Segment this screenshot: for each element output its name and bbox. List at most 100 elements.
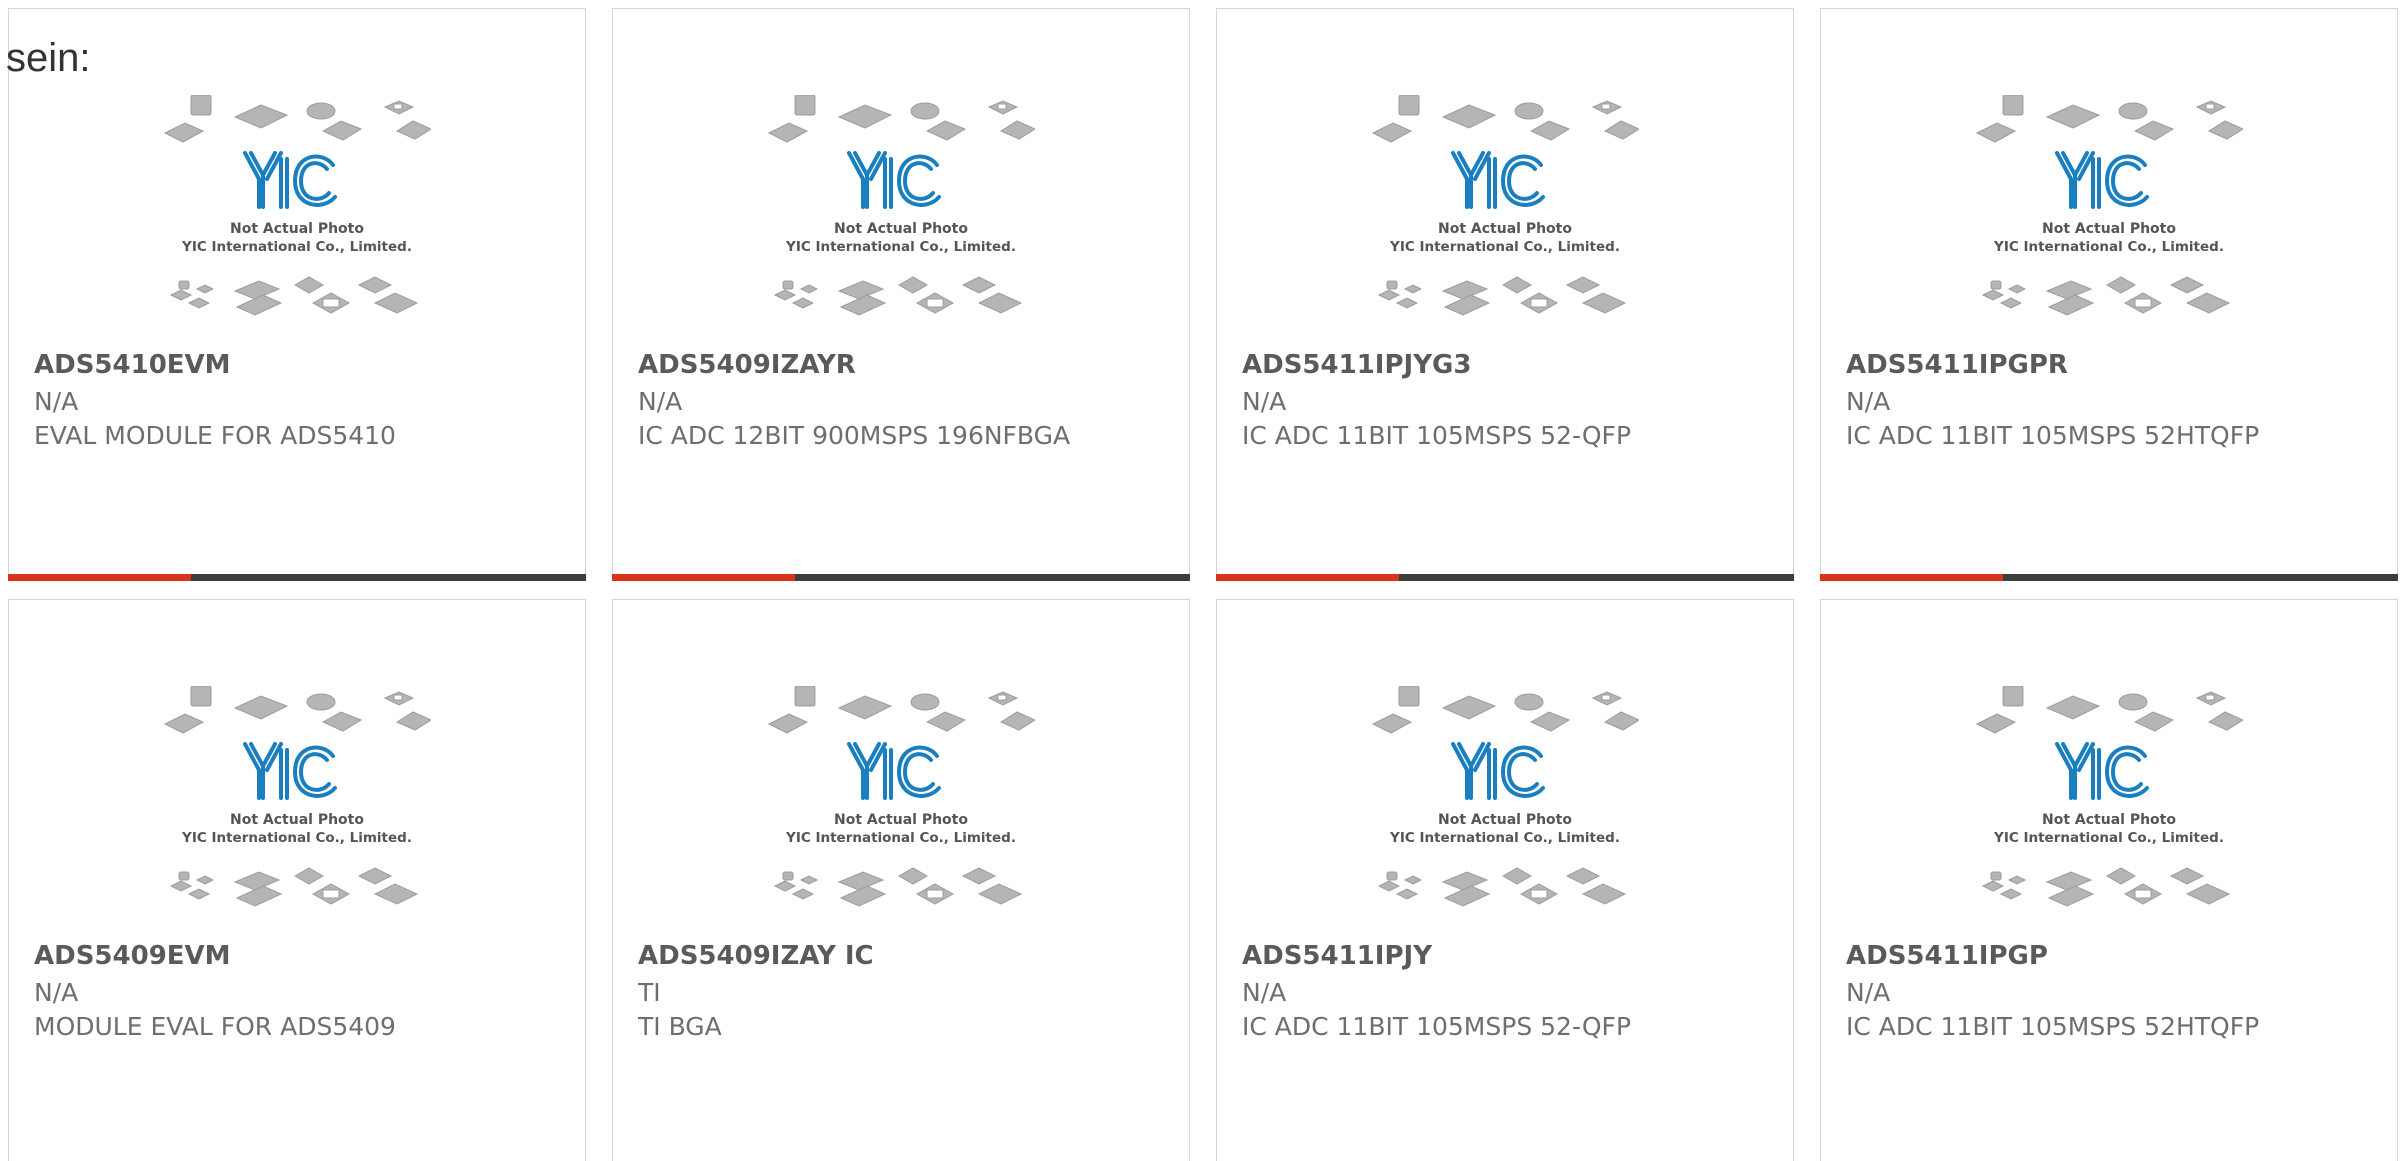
photo-caption-line2: YIC International Co., Limited. [1993,830,2224,846]
product-card[interactable]: Not Actual Photo YIC International Co., … [1820,599,2398,1161]
card-accent-bar-highlight [1216,574,1399,581]
yic-logo-icon [1451,151,1545,209]
product-card[interactable]: Not Actual Photo YIC International Co., … [8,599,586,1161]
yic-logo-icon [243,742,337,800]
product-photo-placeholder[interactable]: Not Actual Photo YIC International Co., … [1975,95,2243,341]
description: IC ADC 11BIT 105MSPS 52-QFP [1242,1012,1632,1041]
card-accent-bar-base [191,574,586,581]
product-info: ADS5411IPJYG3 N/A IC ADC 11BIT 105MSPS 5… [1242,349,1773,453]
chip-icons-bottom [1377,276,1627,316]
page: sein: Not Actual Photo YIC International… [0,0,2400,1161]
product-photo-placeholder[interactable]: Not Actual Photo YIC International Co., … [767,686,1035,932]
part-number[interactable]: ADS5410EVM [34,349,565,381]
product-card[interactable]: Not Actual Photo YIC International Co., … [1216,599,1794,1161]
yic-logo-icon [243,151,337,209]
card-accent-bar-highlight [612,574,795,581]
chip-icons-top [163,686,431,734]
photo-caption-line2: YIC International Co., Limited. [785,239,1016,255]
photo-caption-line2: YIC International Co., Limited. [1389,830,1620,846]
product-info: ADS5411IPGP N/A IC ADC 11BIT 105MSPS 52H… [1846,940,2377,1044]
intro-text: sein: [6,36,91,80]
chip-icons-bottom [1377,867,1627,907]
chip-icons-top [163,95,431,143]
photo-caption-line1: Not Actual Photo [2042,221,2176,237]
chip-icons-bottom [1981,867,2231,907]
description: IC ADC 11BIT 105MSPS 52-QFP [1242,421,1632,450]
part-number[interactable]: ADS5411IPJY [1242,940,1773,972]
product-info: ADS5410EVM N/A EVAL MODULE FOR ADS5410 [34,349,565,453]
photo-caption-line1: Not Actual Photo [230,221,364,237]
manufacturer: N/A [34,387,79,416]
product-card[interactable]: Not Actual Photo YIC International Co., … [1216,8,1794,581]
chip-icons-top [767,686,1035,734]
chip-icons-bottom [773,276,1023,316]
description: TI BGA [638,1012,722,1041]
product-card[interactable]: Not Actual Photo YIC International Co., … [1820,8,2398,581]
part-number[interactable]: ADS5409IZAY IC [638,940,1169,972]
product-info: ADS5409IZAYR N/A IC ADC 12BIT 900MSPS 19… [638,349,1169,453]
photo-caption-line1: Not Actual Photo [2042,812,2176,828]
description: EVAL MODULE FOR ADS5410 [34,421,396,450]
card-accent-bar-base [795,574,1190,581]
photo-caption-line1: Not Actual Photo [230,812,364,828]
chip-icons-top [1371,686,1639,734]
description: IC ADC 12BIT 900MSPS 196NFBGA [638,421,1071,450]
photo-caption-line2: YIC International Co., Limited. [181,239,412,255]
product-photo-placeholder[interactable]: Not Actual Photo YIC International Co., … [163,686,431,932]
product-card[interactable]: Not Actual Photo YIC International Co., … [612,599,1190,1161]
photo-caption-line1: Not Actual Photo [1438,221,1572,237]
card-accent-bar [8,574,586,581]
manufacturer: N/A [34,978,79,1007]
description: IC ADC 11BIT 105MSPS 52HTQFP [1846,421,2260,450]
product-photo-placeholder[interactable]: Not Actual Photo YIC International Co., … [767,95,1035,341]
manufacturer: TI [638,978,661,1007]
product-info: ADS5409IZAY IC TI TI BGA [638,940,1169,1044]
card-accent-bar [1820,574,2398,581]
manufacturer: N/A [1242,978,1287,1007]
manufacturer: N/A [1846,387,1891,416]
manufacturer: N/A [638,387,683,416]
product-photo-placeholder[interactable]: Not Actual Photo YIC International Co., … [1371,686,1639,932]
manufacturer: N/A [1242,387,1287,416]
description: MODULE EVAL FOR ADS5409 [34,1012,396,1041]
part-number[interactable]: ADS5411IPJYG3 [1242,349,1773,381]
yic-logo-icon [2055,742,2149,800]
chip-icons-bottom [773,867,1023,907]
product-info: ADS5411IPJY N/A IC ADC 11BIT 105MSPS 52-… [1242,940,1773,1044]
product-photo-placeholder[interactable]: Not Actual Photo YIC International Co., … [1975,686,2243,932]
chip-icons-bottom [1981,276,2231,316]
card-accent-bar-highlight [1820,574,2003,581]
photo-caption-line1: Not Actual Photo [1438,812,1572,828]
chip-icons-top [1371,95,1639,143]
product-card[interactable]: Not Actual Photo YIC International Co., … [8,8,586,581]
product-info: ADS5411IPGPR N/A IC ADC 11BIT 105MSPS 52… [1846,349,2377,453]
yic-logo-icon [2055,151,2149,209]
manufacturer: N/A [1846,978,1891,1007]
product-photo-placeholder[interactable]: Not Actual Photo YIC International Co., … [1371,95,1639,341]
photo-caption-line2: YIC International Co., Limited. [785,830,1016,846]
product-card[interactable]: Not Actual Photo YIC International Co., … [612,8,1190,581]
chip-icons-top [1975,95,2243,143]
chip-icons-top [767,95,1035,143]
photo-caption-line2: YIC International Co., Limited. [1389,239,1620,255]
product-photo-placeholder[interactable]: Not Actual Photo YIC International Co., … [163,95,431,341]
part-number[interactable]: ADS5411IPGPR [1846,349,2377,381]
card-accent-bar-base [1399,574,1794,581]
card-accent-bar-base [2003,574,2398,581]
product-grid: Not Actual Photo YIC International Co., … [8,8,2400,1161]
photo-caption-line1: Not Actual Photo [834,221,968,237]
yic-logo-icon [847,742,941,800]
product-info: ADS5409EVM N/A MODULE EVAL FOR ADS5409 [34,940,565,1044]
chip-icons-bottom [169,276,419,316]
card-accent-bar [1216,574,1794,581]
yic-logo-icon [847,151,941,209]
photo-caption-line1: Not Actual Photo [834,812,968,828]
card-accent-bar [612,574,1190,581]
card-accent-bar-highlight [8,574,191,581]
description: IC ADC 11BIT 105MSPS 52HTQFP [1846,1012,2260,1041]
photo-caption-line2: YIC International Co., Limited. [1993,239,2224,255]
part-number[interactable]: ADS5409IZAYR [638,349,1169,381]
part-number[interactable]: ADS5411IPGP [1846,940,2377,972]
photo-caption-line2: YIC International Co., Limited. [181,830,412,846]
part-number[interactable]: ADS5409EVM [34,940,565,972]
